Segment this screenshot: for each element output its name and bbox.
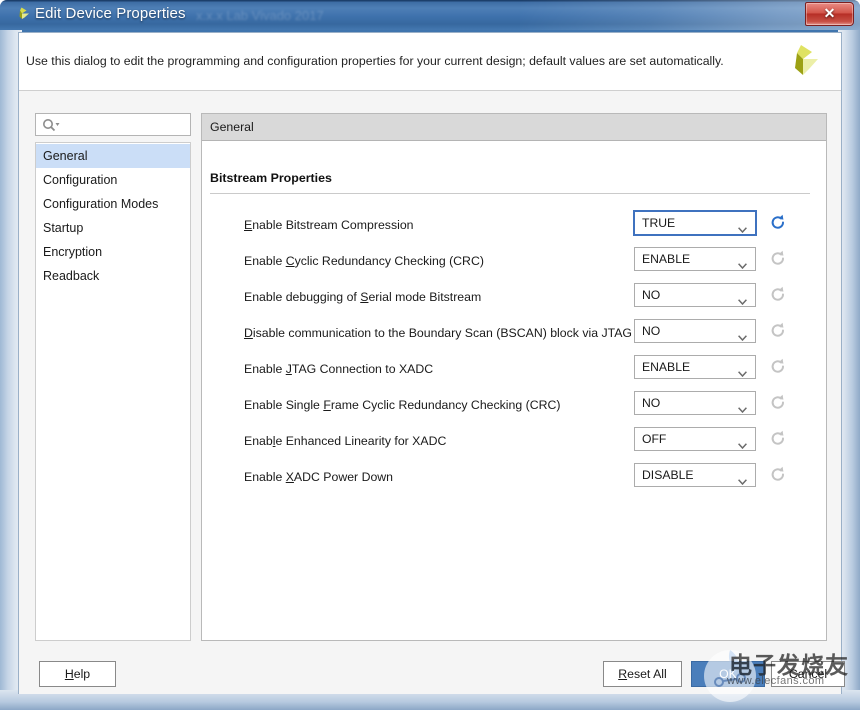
chevron-down-icon: [738, 364, 747, 370]
reset-property-icon: [770, 250, 786, 267]
application-window: Edit Device Properties x.x.x Lab Vivado …: [0, 0, 860, 710]
property-label: Enable debugging of Serial mode Bitstrea…: [244, 290, 481, 304]
chevron-down-icon: [738, 400, 747, 406]
search-input[interactable]: [35, 113, 191, 136]
property-row: Enable Single Frame Cyclic Redundancy Ch…: [202, 388, 826, 424]
close-icon: ✕: [806, 3, 853, 25]
help-button-label: Help: [65, 667, 90, 681]
chevron-down-icon: [738, 436, 747, 442]
property-row: Enable XADC Power Down DISABLE: [202, 460, 826, 496]
reset-property-icon: [770, 430, 786, 447]
cancel-button-label: Cancel: [789, 667, 827, 681]
dialog-body: Use this dialog to edit the programming …: [18, 32, 842, 694]
property-value-select[interactable]: ENABLE: [634, 247, 756, 271]
search-icon: [42, 118, 60, 132]
window-title: Edit Device Properties: [35, 5, 186, 22]
reset-property-icon: [770, 322, 786, 339]
help-button[interactable]: Help: [39, 661, 116, 687]
property-label: Enable Enhanced Linearity for XADC: [244, 434, 446, 448]
sidebar-item-label: General: [43, 149, 87, 163]
property-value-select[interactable]: NO: [634, 391, 756, 415]
sidebar-item-startup[interactable]: Startup: [36, 216, 190, 240]
property-value-select[interactable]: ENABLE: [634, 355, 756, 379]
reset-property-icon: [770, 286, 786, 303]
property-row: Enable Cyclic Redundancy Checking (CRC) E…: [202, 244, 826, 280]
sidebar-list: General Configuration Configuration Mode…: [35, 142, 191, 641]
section-title: Bitstream Properties: [210, 171, 332, 185]
property-value-select[interactable]: NO: [634, 319, 756, 343]
property-value-text: ENABLE: [642, 356, 690, 378]
property-value-text: NO: [642, 284, 660, 306]
property-value-text: DISABLE: [642, 464, 693, 486]
reset-property-icon: [770, 466, 786, 483]
property-label: Enable JTAG Connection to XADC: [244, 362, 433, 376]
sidebar: General Configuration Configuration Mode…: [35, 113, 191, 641]
reset-property-icon[interactable]: [770, 214, 786, 231]
chevron-down-icon: [738, 220, 747, 226]
close-button[interactable]: ✕: [805, 2, 854, 26]
property-row: Enable debugging of Serial mode Bitstrea…: [202, 280, 826, 316]
dialog-banner: Use this dialog to edit the programming …: [19, 33, 841, 91]
property-row: Enable JTAG Connection to XADC ENABLE: [202, 352, 826, 388]
chevron-down-icon: [738, 328, 747, 334]
property-label: Disable communication to the Boundary Sc…: [244, 326, 632, 340]
sidebar-item-general[interactable]: General: [36, 144, 190, 168]
property-label: Enable Single Frame Cyclic Redundancy Ch…: [244, 398, 560, 412]
sidebar-item-configuration-modes[interactable]: Configuration Modes: [36, 192, 190, 216]
chevron-down-icon: [738, 292, 747, 298]
sidebar-item-encryption[interactable]: Encryption: [36, 240, 190, 264]
cancel-button[interactable]: Cancel: [771, 661, 845, 687]
property-value-text: ENABLE: [642, 248, 690, 270]
property-row: Enable Bitstream Compression TRUE: [202, 208, 826, 244]
chevron-down-icon: [738, 256, 747, 262]
property-value-select[interactable]: NO: [634, 283, 756, 307]
window-title-ghost: x.x.x Lab Vivado 2017: [196, 8, 324, 23]
property-rows: Enable Bitstream Compression TRUE Enable C…: [202, 208, 826, 496]
property-label: Enable Bitstream Compression: [244, 218, 414, 232]
sidebar-item-label: Startup: [43, 221, 83, 235]
property-label: Enable XADC Power Down: [244, 470, 393, 484]
property-value-text: NO: [642, 320, 660, 342]
reset-all-button-label: Reset All: [618, 667, 667, 681]
reset-all-button[interactable]: Reset All: [603, 661, 682, 687]
reset-property-icon: [770, 358, 786, 375]
xilinx-logo-icon: [12, 7, 30, 24]
property-value-select[interactable]: OFF: [634, 427, 756, 451]
property-value-select[interactable]: TRUE: [633, 210, 757, 236]
sidebar-item-label: Configuration: [43, 173, 117, 187]
property-value-text: OFF: [642, 428, 666, 450]
sidebar-item-label: Configuration Modes: [43, 197, 158, 211]
section-divider: [210, 193, 810, 194]
xilinx-logo-icon: [779, 43, 819, 81]
panel-title: General: [202, 114, 826, 141]
property-value-text: NO: [642, 392, 660, 414]
sidebar-item-label: Encryption: [43, 245, 102, 259]
sidebar-item-label: Readback: [43, 269, 99, 283]
property-row: Disable communication to the Boundary Sc…: [202, 316, 826, 352]
property-label: Enable Cyclic Redundancy Checking (CRC): [244, 254, 484, 268]
sidebar-item-configuration[interactable]: Configuration: [36, 168, 190, 192]
title-bar: Edit Device Properties x.x.x Lab Vivado …: [0, 0, 860, 30]
property-row: Enable Enhanced Linearity for XADC OFF: [202, 424, 826, 460]
property-value-text: TRUE: [642, 212, 675, 234]
property-value-select[interactable]: DISABLE: [634, 463, 756, 487]
reset-property-icon: [770, 394, 786, 411]
dialog-description: Use this dialog to edit the programming …: [26, 54, 724, 68]
ok-button-label: OK: [719, 667, 737, 681]
ok-button[interactable]: OK: [691, 661, 765, 687]
sidebar-item-readback[interactable]: Readback: [36, 264, 190, 288]
chevron-down-icon: [738, 472, 747, 478]
properties-panel: General Bitstream Properties Enable Bits…: [201, 113, 827, 641]
